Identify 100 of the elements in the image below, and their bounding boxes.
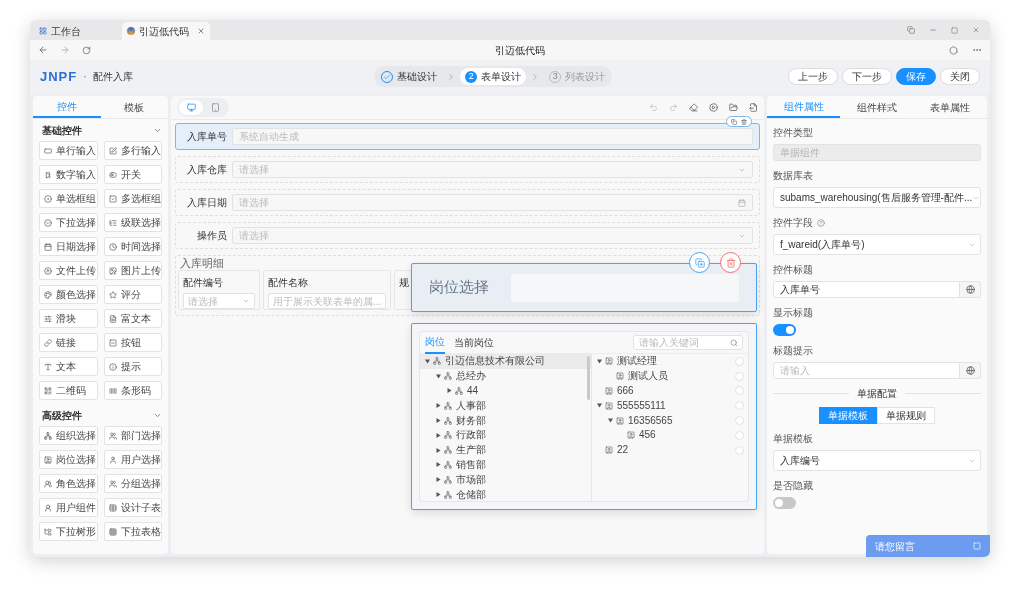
control-item[interactable]: 提示	[103, 357, 162, 376]
control-item[interactable]: 角色选择	[39, 474, 98, 493]
tree-row[interactable]: 44	[420, 383, 591, 399]
caret-icon[interactable]	[447, 388, 452, 394]
language-button[interactable]	[960, 362, 981, 379]
header-button[interactable]: 关闭	[940, 68, 980, 85]
control-item[interactable]: 组织选择	[39, 426, 98, 445]
language-button[interactable]	[960, 281, 981, 298]
toggle-switch[interactable]	[773, 497, 796, 509]
desktop-toggle[interactable]	[179, 100, 203, 115]
control-item[interactable]: 下拉树形	[39, 522, 98, 541]
select-field[interactable]: subams_warehousing(售后服务管理-配件...	[773, 187, 981, 208]
help-icon[interactable]	[817, 218, 825, 227]
control-item[interactable]: 条形码	[103, 381, 162, 400]
maximize-icon[interactable]	[951, 26, 958, 34]
caret-icon[interactable]	[436, 373, 441, 379]
control-item[interactable]: 颜色选择	[39, 285, 98, 304]
folder-icon[interactable]	[729, 103, 738, 112]
control-item[interactable]: 级联选择	[103, 213, 162, 232]
copy-icon[interactable]	[731, 118, 737, 125]
select-field[interactable]: f_wareid(入库单号)	[773, 234, 981, 255]
control-item[interactable]: 用户组件	[39, 498, 98, 517]
user-card-icon	[44, 455, 52, 464]
control-item[interactable]: 文本	[39, 357, 98, 376]
control-item[interactable]: 下拉选择	[39, 213, 98, 232]
close-icon[interactable]	[972, 26, 980, 34]
caret-icon[interactable]	[436, 462, 441, 468]
undo-icon[interactable]	[649, 103, 658, 112]
control-item[interactable]: 富文本	[103, 309, 162, 328]
control-item[interactable]: 图片上传	[103, 261, 162, 280]
control-item[interactable]: 多选框组	[103, 189, 162, 208]
panel-tab[interactable]: 模板	[100, 96, 168, 118]
caret-icon[interactable]	[436, 477, 441, 483]
caret-icon[interactable]	[597, 403, 602, 409]
grid-icon	[108, 527, 117, 536]
back-icon[interactable]	[38, 45, 48, 55]
caret-icon[interactable]	[436, 447, 441, 453]
select-field[interactable]: 入库编号	[773, 450, 981, 471]
eraser-icon[interactable]	[689, 103, 698, 112]
control-item[interactable]: 滑块	[39, 309, 98, 328]
tree-row[interactable]: 销售部	[420, 457, 591, 473]
export-icon[interactable]	[749, 103, 758, 112]
caret-icon[interactable]	[425, 358, 430, 364]
control-item[interactable]: 分组选择	[103, 474, 162, 493]
caret-icon[interactable]	[597, 358, 602, 364]
browser-tab[interactable]: 引迈低代码	[122, 22, 210, 40]
control-item[interactable]: 二维码	[39, 381, 98, 400]
header-button[interactable]: 下一步	[842, 68, 892, 85]
panel-tab[interactable]: 组件样式	[840, 96, 914, 118]
caret-icon[interactable]	[436, 492, 441, 498]
control-item[interactable]: 日期选择	[39, 237, 98, 256]
tree-row[interactable]: 总经办	[420, 368, 591, 384]
search-icon[interactable]	[730, 338, 738, 347]
step-pill[interactable]: 基础设计	[376, 68, 443, 85]
preview-icon[interactable]	[709, 103, 718, 112]
tree-row[interactable]: 人事部	[420, 398, 591, 414]
tree-row[interactable]: 行政部	[420, 428, 591, 443]
control-item[interactable]: 文件上传	[39, 261, 98, 280]
forward-icon[interactable]	[60, 45, 70, 55]
snap-icon[interactable]	[907, 26, 915, 34]
control-item[interactable]: 设计子表	[103, 498, 162, 517]
tree-row[interactable]: 市场部	[420, 472, 591, 488]
caret-icon[interactable]	[436, 403, 441, 409]
control-item[interactable]: 按钮	[103, 333, 162, 352]
tree-row[interactable]: 引迈信息技术有限公司	[420, 354, 591, 369]
browser-tab[interactable]: 工作台	[34, 22, 122, 40]
control-item[interactable]: 岗位选择	[39, 450, 98, 469]
control-item[interactable]: 评分	[103, 285, 162, 304]
delete-icon[interactable]	[741, 118, 747, 125]
input-field[interactable]: 入库单号	[773, 281, 960, 298]
control-item[interactable]: 数字输入	[39, 165, 98, 184]
picker-tab[interactable]: 当前岗位	[454, 331, 494, 354]
step-pill[interactable]: 2 表单设计	[460, 68, 527, 85]
redo-icon[interactable]	[669, 103, 678, 112]
control-item[interactable]: 部门选择	[103, 426, 162, 445]
settings-icon[interactable]	[949, 45, 958, 55]
control-item[interactable]: 链接	[39, 333, 98, 352]
tree-row[interactable]: 仓储部	[420, 487, 591, 501]
control-item[interactable]: 多行输入	[103, 141, 162, 160]
minimize-icon[interactable]	[929, 26, 937, 34]
control-item[interactable]: 用户选择	[103, 450, 162, 469]
header-button[interactable]: 上一步	[788, 68, 838, 85]
tree-row[interactable]: 生产部	[420, 442, 591, 458]
control-item[interactable]: 下拉表格	[103, 522, 162, 541]
toggle-switch[interactable]	[773, 324, 796, 336]
dragged-control[interactable]: 岗位选择	[411, 263, 757, 312]
control-item[interactable]: 单选框组	[39, 189, 98, 208]
tree-row[interactable]: 财务部	[420, 413, 591, 428]
segment-tab[interactable]: 单据规则	[877, 407, 935, 424]
caret-icon[interactable]	[436, 418, 441, 424]
input-field[interactable]	[511, 273, 739, 302]
control-item[interactable]: 单行输入	[39, 141, 98, 160]
control-item[interactable]: 时间选择	[103, 237, 162, 256]
panel-tab[interactable]: 表单属性	[913, 96, 987, 118]
expand-icon[interactable]	[973, 542, 981, 550]
reload-icon[interactable]	[82, 45, 91, 55]
caret-icon[interactable]	[436, 432, 441, 438]
close-icon[interactable]	[197, 27, 205, 35]
control-item[interactable]: 开关	[103, 165, 162, 184]
caret-icon[interactable]	[608, 418, 613, 424]
